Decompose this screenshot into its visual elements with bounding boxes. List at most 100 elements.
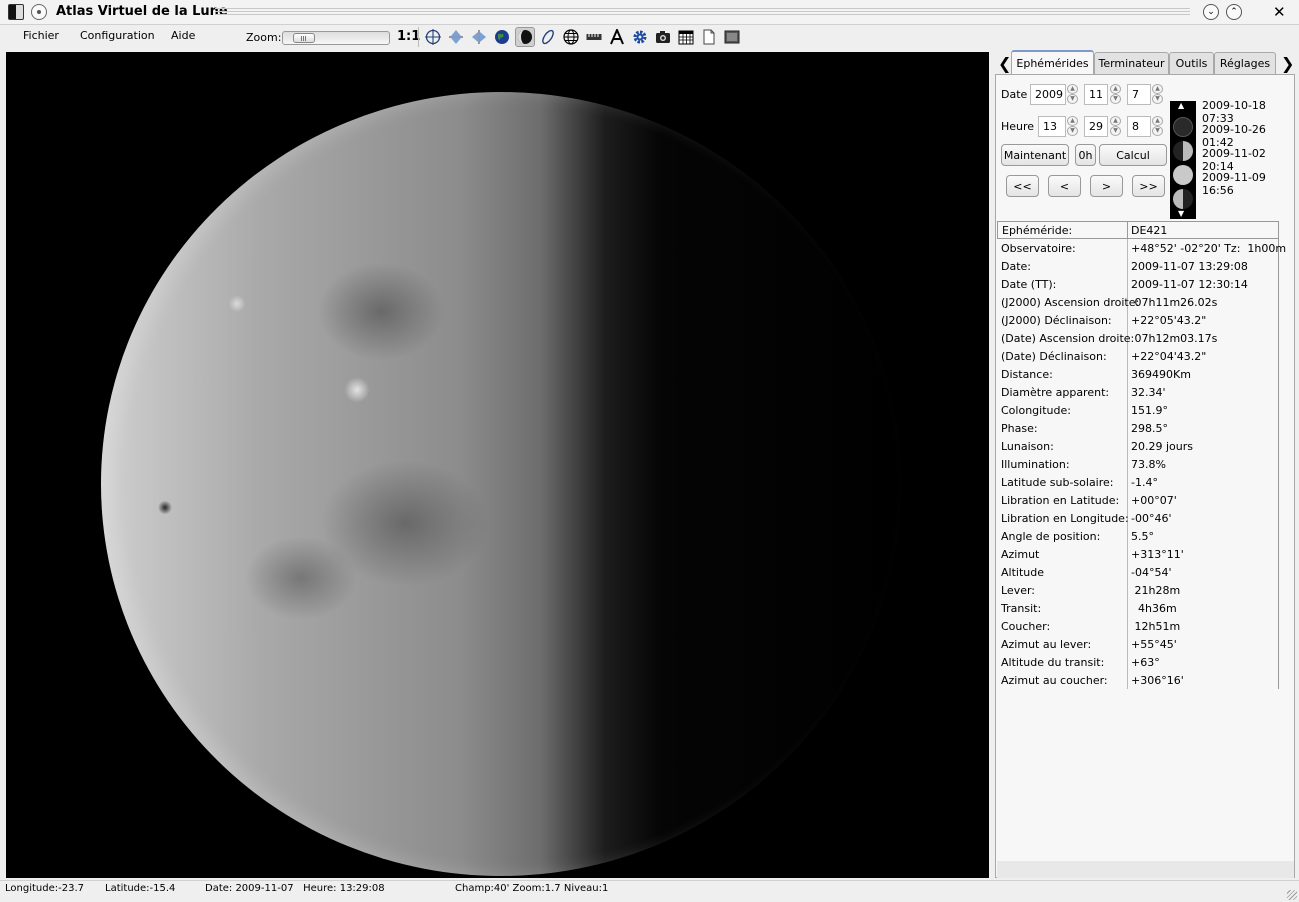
window-menu-button[interactable] bbox=[31, 4, 47, 20]
spin-down-icon[interactable]: ▼ bbox=[1152, 126, 1163, 136]
center-target-button[interactable] bbox=[423, 27, 443, 47]
fullscreen-button[interactable] bbox=[722, 27, 742, 47]
menu-fichier[interactable]: Fichier bbox=[23, 29, 59, 42]
table-row[interactable]: Date (TT): 2009-11-07 12:30:14 bbox=[997, 275, 1279, 293]
spin-down-icon[interactable]: ▼ bbox=[1152, 94, 1163, 104]
table-row[interactable]: Azimut au coucher: +306°16' bbox=[997, 671, 1279, 689]
row-value: 298.5° bbox=[1131, 422, 1168, 435]
table-row[interactable]: (J2000) Ascension droite: 07h11m26.02s bbox=[997, 293, 1279, 311]
spin-up-icon[interactable]: ▲ bbox=[1110, 116, 1121, 126]
menu-aide[interactable]: Aide bbox=[171, 29, 195, 42]
tab-reglages[interactable]: Réglages bbox=[1214, 52, 1276, 74]
zoom-slider-handle[interactable] bbox=[293, 33, 315, 43]
spin-down-icon[interactable]: ▼ bbox=[1067, 126, 1078, 136]
flip-vertical-button[interactable] bbox=[446, 27, 466, 47]
spin-down-icon[interactable]: ▼ bbox=[1110, 126, 1121, 136]
zoom-slider[interactable] bbox=[282, 31, 390, 45]
spin-up-icon[interactable]: ▲ bbox=[1067, 84, 1078, 94]
phase-view-button[interactable] bbox=[515, 27, 535, 47]
spin-down-icon[interactable]: ▼ bbox=[1110, 94, 1121, 104]
time-minute-spinner[interactable]: ▲ ▼ bbox=[1110, 116, 1121, 137]
row-key: Altitude du transit: bbox=[1001, 656, 1105, 669]
time-minute-field[interactable]: 29 bbox=[1084, 116, 1108, 137]
table-row[interactable]: Observatoire: +48°52' -02°20' Tz: 1h00m bbox=[997, 239, 1286, 257]
phase-scroll-down-icon[interactable]: ▼ bbox=[1178, 209, 1184, 218]
step-forward-button[interactable]: > bbox=[1090, 175, 1123, 197]
tab-ephemerides[interactable]: Ephémérides bbox=[1011, 50, 1094, 74]
spin-down-icon[interactable]: ▼ bbox=[1067, 94, 1078, 104]
menu-configuration[interactable]: Configuration bbox=[80, 29, 155, 42]
phase-date[interactable]: 2009-10-26 01:42 bbox=[1202, 123, 1294, 149]
calendar-button[interactable] bbox=[676, 27, 696, 47]
snapshot-button[interactable] bbox=[653, 27, 673, 47]
date-year-spinner[interactable]: ▲ ▼ bbox=[1067, 84, 1078, 105]
spin-up-icon[interactable]: ▲ bbox=[1152, 116, 1163, 126]
phase-date[interactable]: 2009-11-09 16:56 bbox=[1202, 171, 1294, 197]
table-header-key[interactable]: Ephéméride: bbox=[998, 222, 1128, 238]
phase-scroll-up-icon[interactable]: ▲ bbox=[1178, 101, 1184, 110]
new-document-button[interactable] bbox=[699, 27, 719, 47]
time-second-field[interactable]: 8 bbox=[1127, 116, 1151, 137]
time-hour-field[interactable]: 13 bbox=[1038, 116, 1066, 137]
table-row[interactable]: (Date) Ascension droite: 07h12m03.17s bbox=[997, 329, 1279, 347]
table-row[interactable]: Phase: 298.5° bbox=[997, 419, 1279, 437]
maximize-button[interactable]: ⌃ bbox=[1226, 4, 1242, 20]
table-row[interactable]: Transit: 4h36m bbox=[997, 599, 1279, 617]
compute-button[interactable]: Calcul bbox=[1099, 144, 1167, 166]
spin-up-icon[interactable]: ▲ bbox=[1067, 116, 1078, 126]
time-hour-spinner[interactable]: ▲ ▼ bbox=[1067, 116, 1078, 137]
orbit-button[interactable] bbox=[538, 27, 558, 47]
tab-scroll-right-button[interactable]: ❯ bbox=[1281, 54, 1294, 73]
table-row[interactable]: Libration en Longitude: -00°46' bbox=[997, 509, 1279, 527]
time-second-spinner[interactable]: ▲ ▼ bbox=[1152, 116, 1163, 137]
date-month-field[interactable]: 11 bbox=[1084, 84, 1108, 105]
table-row[interactable]: Angle de position: 5.5° bbox=[997, 527, 1279, 545]
table-row[interactable]: Latitude sub-solaire: -1.4° bbox=[997, 473, 1279, 491]
table-row[interactable]: Lunaison: 20.29 jours bbox=[997, 437, 1279, 455]
phase-list[interactable]: ▲ ▼ bbox=[1170, 101, 1196, 219]
step-back-fast-button[interactable]: << bbox=[1006, 175, 1039, 197]
zoom-1to1-button[interactable]: 1:1 bbox=[397, 29, 420, 44]
zero-hour-button[interactable]: 0h bbox=[1075, 144, 1096, 166]
moon-map-view[interactable] bbox=[6, 52, 989, 878]
table-row[interactable]: Altitude -04°54' bbox=[997, 563, 1279, 581]
table-row[interactable]: Diamètre apparent: 32.34' bbox=[997, 383, 1279, 401]
earth-button[interactable] bbox=[492, 27, 512, 47]
date-day-spinner[interactable]: ▲ ▼ bbox=[1152, 84, 1163, 105]
table-row[interactable]: Distance: 369490Km bbox=[997, 365, 1279, 383]
table-row[interactable]: Lever: 21h28m bbox=[997, 581, 1279, 599]
step-forward-fast-button[interactable]: >> bbox=[1132, 175, 1165, 197]
date-day-field[interactable]: 7 bbox=[1127, 84, 1151, 105]
table-row[interactable]: Coucher: 12h51m bbox=[997, 617, 1279, 635]
minimize-button[interactable]: ⌄ bbox=[1203, 4, 1219, 20]
phase-date[interactable]: 2009-11-02 20:14 bbox=[1202, 147, 1294, 173]
settings-button[interactable] bbox=[630, 27, 650, 47]
date-month-spinner[interactable]: ▲ ▼ bbox=[1110, 84, 1121, 105]
table-row[interactable]: Azimut au lever: +55°45' bbox=[997, 635, 1279, 653]
table-row[interactable]: Altitude du transit: +63° bbox=[997, 653, 1279, 671]
step-back-button[interactable]: < bbox=[1048, 175, 1081, 197]
table-header-value[interactable]: DE421 bbox=[1128, 222, 1278, 238]
table-row[interactable]: (J2000) Déclinaison: +22°05'43.2" bbox=[997, 311, 1279, 329]
grid-button[interactable] bbox=[561, 27, 581, 47]
tab-scroll-left-button[interactable]: ❮ bbox=[998, 54, 1011, 73]
spin-up-icon[interactable]: ▲ bbox=[1110, 84, 1121, 94]
date-year-field[interactable]: 2009 bbox=[1030, 84, 1066, 105]
table-row[interactable]: Libration en Latitude: +00°07' bbox=[997, 491, 1279, 509]
table-row[interactable]: Illumination: 73.8% bbox=[997, 455, 1279, 473]
table-row[interactable]: Date: 2009-11-07 13:29:08 bbox=[997, 257, 1279, 275]
close-button[interactable]: ✕ bbox=[1273, 3, 1286, 21]
spin-up-icon[interactable]: ▲ bbox=[1152, 84, 1163, 94]
table-row[interactable]: Colongitude: 151.9° bbox=[997, 401, 1279, 419]
phase-date[interactable]: 2009-10-18 07:33 bbox=[1202, 99, 1294, 125]
resize-grip[interactable] bbox=[1287, 890, 1297, 900]
table-row[interactable]: Azimut +313°11' bbox=[997, 545, 1279, 563]
ruler-button[interactable] bbox=[584, 27, 604, 47]
title-bar-grip[interactable] bbox=[215, 8, 1190, 17]
tab-terminateur[interactable]: Terminateur bbox=[1094, 52, 1169, 74]
now-button[interactable]: Maintenant bbox=[1001, 144, 1069, 166]
labels-button[interactable] bbox=[607, 27, 627, 47]
table-row[interactable]: (Date) Déclinaison: +22°04'43.2" bbox=[997, 347, 1279, 365]
tab-outils[interactable]: Outils bbox=[1169, 52, 1214, 74]
flip-horizontal-button[interactable] bbox=[469, 27, 489, 47]
